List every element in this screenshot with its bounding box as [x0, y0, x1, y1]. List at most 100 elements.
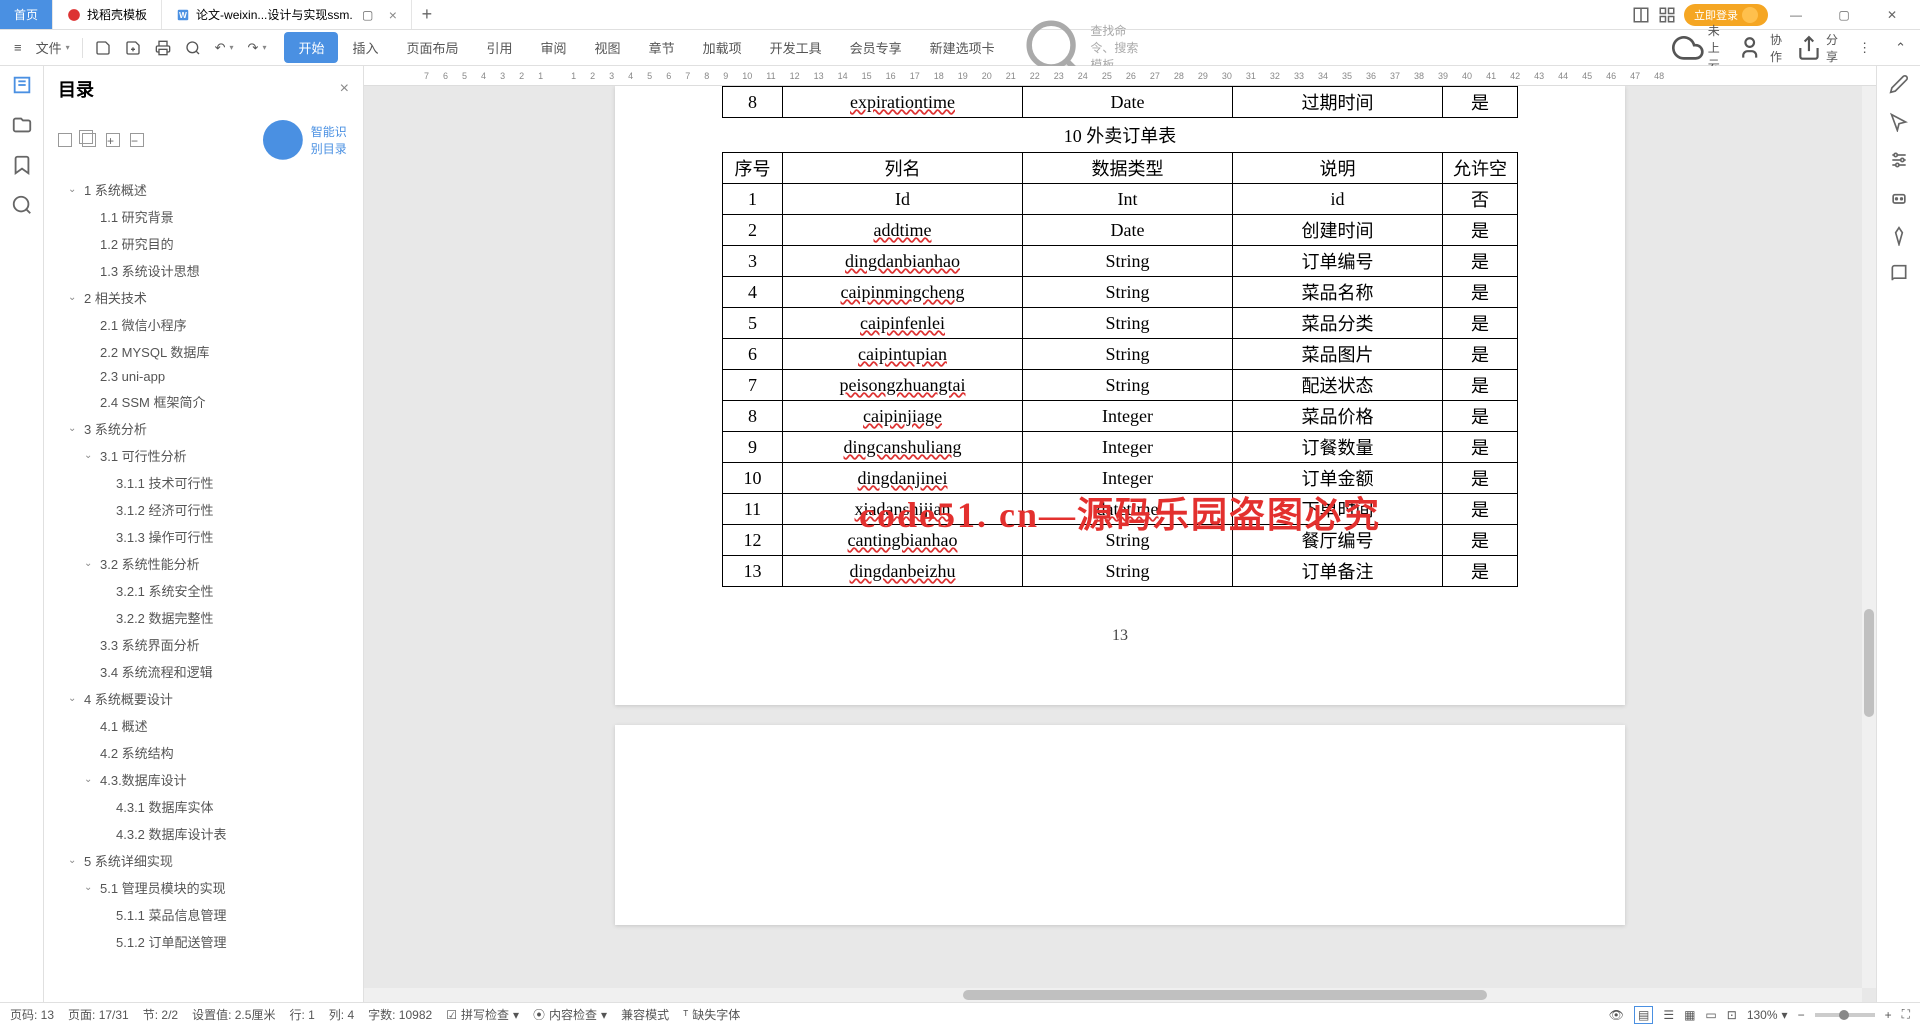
ribbon-tab-1[interactable]: 插入: [338, 32, 392, 63]
outline-item[interactable]: ⌄5.1 管理员模块的实现: [52, 874, 355, 901]
share-button[interactable]: 分享: [1796, 31, 1840, 65]
search-panel-icon[interactable]: [11, 194, 33, 216]
save-as-icon[interactable]: [119, 36, 147, 60]
sb-section[interactable]: 节: 2/2: [143, 1006, 178, 1023]
outline-item[interactable]: ⌄4.3.数据库设计: [52, 766, 355, 793]
outline-item[interactable]: ⌄3 系统分析: [52, 415, 355, 442]
outline-tool-2[interactable]: [82, 133, 96, 147]
sb-line[interactable]: 行: 1: [289, 1006, 314, 1023]
outline-item[interactable]: 4.2 系统结构: [52, 739, 355, 766]
grid-icon[interactable]: [1658, 6, 1676, 24]
outline-item[interactable]: ⌄5 系统详细实现: [52, 847, 355, 874]
outline-item[interactable]: 2.2 MYSQL 数据库: [52, 338, 355, 365]
outline-item[interactable]: 5.1.1 菜品信息管理: [52, 901, 355, 928]
ribbon-tab-2[interactable]: 页面布局: [393, 32, 473, 63]
undo-button[interactable]: ↶ ▾: [209, 36, 240, 60]
outline-item[interactable]: 2.4 SSM 框架简介: [52, 388, 355, 415]
outline-item[interactable]: 1.3 系统设计思想: [52, 257, 355, 284]
tab-add-button[interactable]: +: [412, 0, 442, 29]
settings-icon[interactable]: [1889, 150, 1909, 170]
cursor-icon[interactable]: [1889, 112, 1909, 132]
print-icon[interactable]: [149, 36, 177, 60]
tab-close-icon[interactable]: ×: [389, 7, 397, 23]
ribbon-tab-10[interactable]: 新建选项卡: [916, 32, 1009, 63]
tab-document[interactable]: W 论文-weixin...设计与实现ssm. ▢ ×: [162, 0, 412, 29]
outline-item[interactable]: 3.3 系统界面分析: [52, 631, 355, 658]
outline-item[interactable]: 2.1 微信小程序: [52, 311, 355, 338]
outline-tool-3[interactable]: +: [106, 133, 120, 147]
horizontal-scrollbar[interactable]: [364, 988, 1862, 1002]
outline-item[interactable]: 5.1.2 订单配送管理: [52, 928, 355, 955]
outline-item[interactable]: 2.3 uni-app: [52, 365, 355, 388]
book-icon[interactable]: [1889, 264, 1909, 284]
sb-zoom-in[interactable]: +: [1885, 1008, 1892, 1022]
sb-page[interactable]: 页码: 13: [10, 1006, 54, 1023]
ruler[interactable]: 7654321123456789101112131415161718192021…: [364, 66, 1876, 86]
file-menu[interactable]: 文件 ▾: [30, 34, 76, 61]
preview-icon[interactable]: [179, 36, 207, 60]
sb-compat[interactable]: 兼容模式: [621, 1006, 669, 1023]
outline-item[interactable]: 4.3.1 数据库实体: [52, 793, 355, 820]
outline-item[interactable]: 3.2.1 系统安全性: [52, 577, 355, 604]
save-icon[interactable]: [89, 36, 117, 60]
collab-button[interactable]: 协作: [1740, 31, 1784, 65]
outline-item[interactable]: ⌄3.1 可行性分析: [52, 442, 355, 469]
outline-item[interactable]: 1.2 研究目的: [52, 230, 355, 257]
robot-icon[interactable]: [1889, 188, 1909, 208]
sb-setting[interactable]: 设置值: 2.5厘米: [192, 1006, 275, 1023]
outline-item[interactable]: 3.1.1 技术可行性: [52, 469, 355, 496]
sb-fullscreen-icon[interactable]: ⛶: [1902, 1007, 1910, 1022]
sb-zoom-out[interactable]: −: [1798, 1008, 1805, 1022]
outline-item[interactable]: 3.1.3 操作可行性: [52, 523, 355, 550]
sb-spellcheck[interactable]: ☑ 拼写检查 ▾: [446, 1006, 519, 1023]
outline-item[interactable]: ⌄4 系统概要设计: [52, 685, 355, 712]
outline-tool-1[interactable]: [58, 133, 72, 147]
redo-button[interactable]: ↷ ▾: [242, 36, 273, 60]
sb-missing-font[interactable]: ᵀ 缺失字体: [683, 1006, 740, 1023]
outline-item[interactable]: ⌄2 相关技术: [52, 284, 355, 311]
ribbon-tab-9[interactable]: 会员专享: [836, 32, 916, 63]
sb-view-outline-icon[interactable]: ☰: [1663, 1008, 1674, 1022]
ribbon-tab-7[interactable]: 加载项: [689, 32, 756, 63]
smart-outline-button[interactable]: 智能识别目录: [259, 116, 349, 164]
ribbon-tab-6[interactable]: 章节: [635, 32, 689, 63]
outline-item[interactable]: 3.4 系统流程和逻辑: [52, 658, 355, 685]
outline-item[interactable]: 3.1.2 经济可行性: [52, 496, 355, 523]
folder-icon[interactable]: [11, 114, 33, 136]
sb-pages[interactable]: 页面: 17/31: [68, 1006, 129, 1023]
bookmark-icon[interactable]: [11, 154, 33, 176]
layout-icon[interactable]: [1632, 6, 1650, 24]
sb-eye-icon[interactable]: 👁: [1609, 1008, 1624, 1022]
outline-item[interactable]: ⌄3.2 系统性能分析: [52, 550, 355, 577]
outline-item[interactable]: 4.3.2 数据库设计表: [52, 820, 355, 847]
outline-item[interactable]: 3.2.2 数据完整性: [52, 604, 355, 631]
tab-menu-icon[interactable]: ▢: [359, 6, 377, 24]
sb-col[interactable]: 列: 4: [329, 1006, 354, 1023]
pencil-icon[interactable]: [1889, 74, 1909, 94]
sb-fit-icon[interactable]: ⊡: [1727, 1008, 1737, 1022]
ribbon-tab-8[interactable]: 开发工具: [756, 32, 836, 63]
sb-words[interactable]: 字数: 10982: [368, 1006, 432, 1023]
sb-zoom[interactable]: 130% ▾: [1747, 1008, 1788, 1022]
outline-close-icon[interactable]: ×: [340, 80, 349, 98]
tab-docer[interactable]: 找稻壳模板: [53, 0, 162, 29]
more-icon[interactable]: ⋮: [1852, 36, 1877, 60]
ribbon-tab-3[interactable]: 引用: [473, 32, 527, 63]
expand-icon[interactable]: ⌃: [1889, 36, 1912, 60]
sb-zoom-slider[interactable]: [1815, 1013, 1875, 1017]
diamond-icon[interactable]: [1889, 226, 1909, 246]
sb-view-page-icon[interactable]: ▤: [1634, 1006, 1653, 1024]
menu-icon[interactable]: ≡: [8, 36, 28, 59]
sb-view-web-icon[interactable]: ▦: [1684, 1008, 1695, 1022]
outline-icon[interactable]: [11, 74, 33, 96]
sb-content-check[interactable]: ⦿ 内容检查 ▾: [533, 1006, 607, 1023]
ribbon-tab-5[interactable]: 视图: [581, 32, 635, 63]
outline-item[interactable]: 1.1 研究背景: [52, 203, 355, 230]
document-canvas[interactable]: 8 expirationtime Date 过期时间 是 10 外卖订单表 序号…: [364, 86, 1876, 1002]
outline-tool-4[interactable]: −: [130, 133, 144, 147]
tab-home[interactable]: 首页: [0, 0, 53, 29]
ribbon-tab-0[interactable]: 开始: [284, 32, 338, 63]
sb-view-read-icon[interactable]: ▭: [1705, 1008, 1716, 1022]
outline-item[interactable]: 4.1 概述: [52, 712, 355, 739]
ribbon-tab-4[interactable]: 审阅: [527, 32, 581, 63]
